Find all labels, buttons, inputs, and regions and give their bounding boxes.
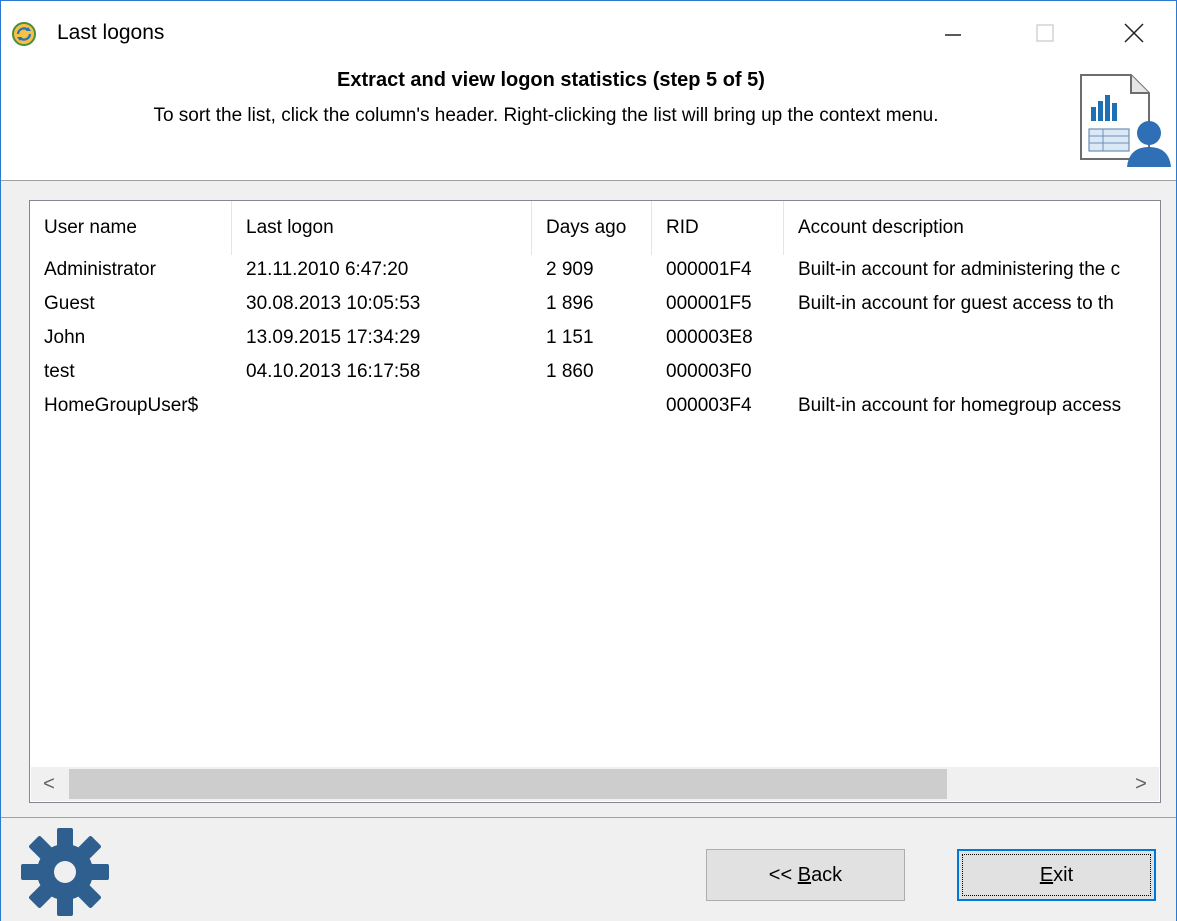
refresh-app-icon	[12, 22, 36, 46]
scroll-left-button[interactable]: <	[31, 767, 67, 801]
cell-rid: 000003F0	[666, 361, 752, 382]
table-row[interactable]: Administrator 21.11.2010 6:47:20 2 909 0…	[30, 253, 1160, 287]
column-header-days-ago[interactable]: Days ago	[532, 201, 652, 255]
back-button-mnemonic: B	[797, 863, 812, 886]
close-button[interactable]	[1091, 1, 1176, 65]
scrollbar-thumb[interactable]	[69, 769, 947, 799]
wizard-header: Extract and view logon statistics (step …	[1, 65, 1176, 181]
wizard-step-title: Extract and view logon statistics (step …	[337, 69, 765, 91]
wizard-instructions: To sort the list, click the column's hea…	[153, 105, 939, 126]
column-header-rid[interactable]: RID	[652, 201, 784, 255]
cell-account-description: Built-in account for administering the c	[798, 259, 1121, 280]
cell-last-logon: 30.08.2013 10:05:53	[246, 293, 421, 314]
wizard-footer: << Back Exit	[1, 817, 1176, 921]
cell-user-name: test	[44, 361, 75, 382]
maximize-icon	[1036, 24, 1054, 42]
title-bar[interactable]: Last logons	[1, 1, 1176, 65]
exit-button[interactable]: Exit	[957, 849, 1156, 901]
cell-user-name: HomeGroupUser$	[44, 395, 199, 416]
cell-rid: 000003E8	[666, 327, 753, 348]
column-header-last-logon[interactable]: Last logon	[232, 201, 532, 255]
maximize-button[interactable]	[999, 1, 1091, 65]
horizontal-scrollbar[interactable]: < >	[31, 767, 1159, 801]
cell-account-description: Built-in account for guest access to th	[798, 293, 1114, 314]
back-button-prefix: <<	[768, 863, 798, 886]
minimize-icon	[945, 34, 961, 36]
cell-account-description: Built-in account for homegroup access	[798, 395, 1122, 416]
cell-days-ago: 1 896	[546, 293, 594, 314]
window-title: Last logons	[57, 21, 165, 44]
table-row[interactable]: HomeGroupUser$ 000003F4 Built-in account…	[30, 389, 1160, 423]
logon-list[interactable]: User name Last logon Days ago RID Accoun…	[29, 200, 1161, 803]
cell-account-description	[784, 355, 1160, 389]
column-header-account-description[interactable]: Account description	[784, 201, 1160, 255]
cell-user-name: John	[44, 327, 86, 348]
report-user-icon	[1080, 74, 1171, 167]
close-icon	[1123, 23, 1144, 43]
cell-last-logon: 13.09.2015 17:34:29	[246, 327, 421, 348]
minimize-button[interactable]	[907, 1, 999, 65]
main-window: Last logons Extract and view logon stati…	[0, 0, 1177, 921]
cell-last-logon	[232, 389, 532, 423]
table-row[interactable]: John 13.09.2015 17:34:29 1 151 000003E8	[30, 321, 1160, 355]
gear-icon	[21, 828, 109, 916]
cell-last-logon: 04.10.2013 16:17:58	[246, 361, 421, 382]
column-header-user-name[interactable]: User name	[30, 201, 232, 255]
cell-rid: 000003F4	[666, 395, 752, 416]
cell-days-ago	[532, 389, 652, 423]
cell-rid: 000001F4	[666, 259, 752, 280]
cell-user-name: Administrator	[44, 259, 156, 280]
scroll-right-button[interactable]: >	[1123, 767, 1159, 801]
focus-rectangle	[962, 854, 1151, 896]
back-button-label: ack	[811, 863, 843, 886]
cell-days-ago: 2 909	[546, 259, 594, 280]
cell-days-ago: 1 151	[546, 327, 594, 348]
table-row[interactable]: test 04.10.2013 16:17:58 1 860 000003F0	[30, 355, 1160, 389]
cell-rid: 000001F5	[666, 293, 752, 314]
cell-account-description	[784, 321, 1160, 355]
back-button[interactable]: << Back	[706, 849, 905, 901]
cell-days-ago: 1 860	[546, 361, 594, 382]
table-row[interactable]: Guest 30.08.2013 10:05:53 1 896 000001F5…	[30, 287, 1160, 321]
cell-user-name: Guest	[44, 293, 95, 314]
cell-last-logon: 21.11.2010 6:47:20	[246, 259, 409, 280]
